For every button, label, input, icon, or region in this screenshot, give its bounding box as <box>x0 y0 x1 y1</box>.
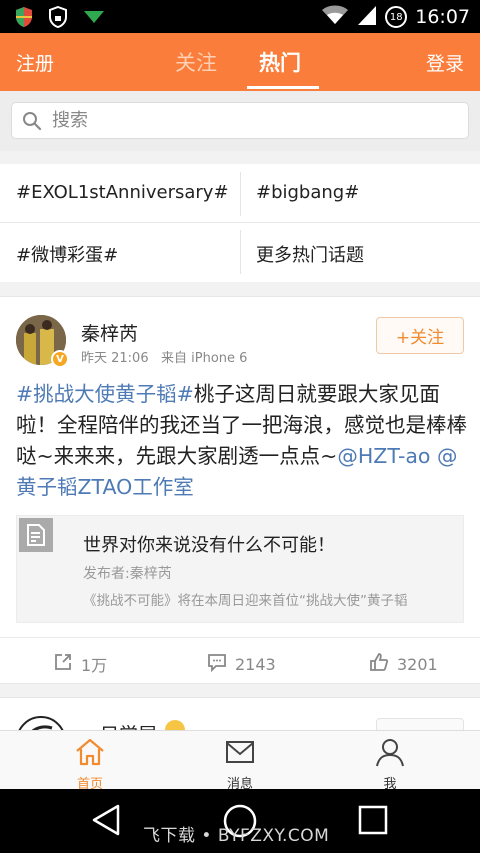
user-icon <box>374 737 406 771</box>
comment-count: 2143 <box>235 654 276 674</box>
login-link[interactable]: 登录 <box>426 49 464 76</box>
post-hashtag-link[interactable]: #挑战大使黄子韬# <box>16 382 194 406</box>
topic-weibo-easter-egg[interactable]: #微博彩蛋# <box>16 241 118 267</box>
quote-description: 《挑战不可能》将在本周日迎来首位“挑战大使”黄子韬 <box>83 593 408 609</box>
recent-apps-icon[interactable] <box>358 805 388 839</box>
quote-publisher: 发布者:秦梓芮 <box>83 566 172 582</box>
tab-following[interactable]: 关注 <box>175 47 217 77</box>
topic-bigbang[interactable]: #bigbang# <box>256 182 359 203</box>
notification-count-badge: 18 <box>385 6 408 28</box>
nav-messages[interactable]: 消息 <box>180 737 300 792</box>
mention-link[interactable]: @HZT-ao <box>337 444 430 468</box>
search-box[interactable] <box>11 102 469 139</box>
thumbs-up-icon <box>369 652 389 676</box>
post-time: 昨天 21:06 <box>81 351 149 366</box>
comment-button[interactable]: 2143 <box>207 652 276 676</box>
topic-exol-anniversary[interactable]: #EXOL1stAnniversary# <box>16 182 229 203</box>
wifi-icon <box>321 4 349 30</box>
divider <box>240 230 241 274</box>
divider <box>240 172 241 216</box>
nav-home[interactable]: 首页 <box>30 737 150 792</box>
envelope-icon <box>224 737 256 771</box>
watermark: 飞下载 • BYFZXY.COM <box>143 826 330 846</box>
divider <box>0 637 480 638</box>
app-header: 注册 关注 热门 登录 <box>0 33 480 91</box>
system-nav-bar: 飞下载 • BYFZXY.COM <box>0 789 480 853</box>
verified-badge-icon: V <box>51 350 69 368</box>
shield-icon <box>14 6 34 32</box>
quote-title: 世界对你来说没有什么不可能！ <box>83 535 335 556</box>
like-button[interactable]: 3201 <box>369 652 438 676</box>
lock-shield-icon <box>48 5 68 32</box>
status-bar: 18 16:07 <box>0 0 480 33</box>
post-meta: 昨天 21:06 来自 iPhone 6 <box>81 347 247 366</box>
back-icon[interactable] <box>90 803 122 841</box>
quoted-article[interactable]: 世界对你来说没有什么不可能！ 发布者:秦梓芮 《挑战不可能》将在本周日迎来首位“… <box>16 515 464 623</box>
clock: 16:07 <box>415 6 470 28</box>
nav-me[interactable]: 我 <box>330 737 450 792</box>
repost-icon <box>53 652 73 676</box>
app-screen: 18 16:07 注册 关注 热门 登录 #EXOL1stAnniversary… <box>0 0 480 853</box>
bottom-nav: 首页 消息 我 <box>0 730 480 792</box>
register-link[interactable]: 注册 <box>16 49 54 76</box>
download-arrow-icon <box>82 8 106 30</box>
repost-count: 1万 <box>81 656 108 675</box>
signal-icon <box>357 4 377 30</box>
home-icon <box>74 737 106 771</box>
post-source: 来自 iPhone 6 <box>161 351 248 366</box>
like-count: 3201 <box>397 654 438 674</box>
more-hot-topics-link[interactable]: 更多热门话题 <box>256 241 364 267</box>
post-card: V 秦梓芮 昨天 21:06 来自 iPhone 6 +关注 #挑战大使黄子韬#… <box>0 296 480 684</box>
post-author-name[interactable]: 秦梓芮 <box>81 319 138 346</box>
tab-hot[interactable]: 热门 <box>259 47 301 77</box>
document-icon <box>19 518 53 552</box>
comment-icon <box>207 652 227 676</box>
divider <box>0 222 480 223</box>
repost-button[interactable]: 1万 <box>53 652 107 676</box>
follow-button[interactable]: +关注 <box>376 317 464 354</box>
active-tab-indicator <box>247 86 319 89</box>
search-bar <box>0 91 480 151</box>
hot-topics-grid: #EXOL1stAnniversary# #bigbang# #微博彩蛋# 更多… <box>0 164 480 282</box>
search-input[interactable] <box>52 103 452 138</box>
search-icon <box>22 111 42 135</box>
post-text: #挑战大使黄子韬#桃子这周日就要跟大家见面啦！全程陪伴的我还当了一把海浪，感觉也… <box>16 379 468 503</box>
